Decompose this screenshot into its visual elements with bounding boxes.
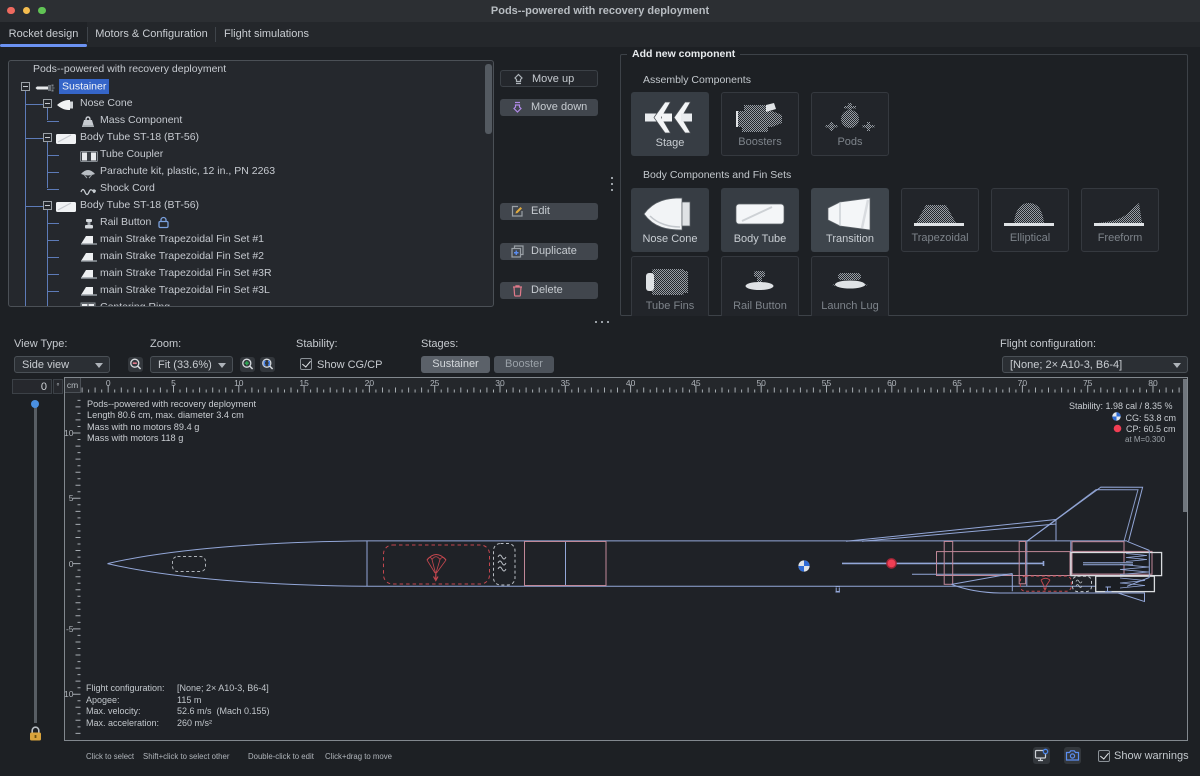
svg-text:15: 15 <box>299 378 309 388</box>
svg-text:25: 25 <box>430 378 440 388</box>
svg-text:40: 40 <box>626 378 636 388</box>
svg-text:35: 35 <box>561 378 571 388</box>
svg-text:55: 55 <box>822 378 832 388</box>
svg-text:70: 70 <box>1018 378 1028 388</box>
svg-text:20: 20 <box>365 378 375 388</box>
svg-text:5: 5 <box>69 493 74 503</box>
svg-text:30: 30 <box>495 378 505 388</box>
svg-text:45: 45 <box>691 378 701 388</box>
svg-text:60: 60 <box>887 378 897 388</box>
svg-text:65: 65 <box>952 378 962 388</box>
svg-text:-5: -5 <box>66 624 74 634</box>
svg-text:10: 10 <box>64 428 74 438</box>
svg-text:0: 0 <box>106 378 111 388</box>
svg-text:0: 0 <box>69 559 74 569</box>
svg-text:5: 5 <box>171 378 176 388</box>
svg-text:75: 75 <box>1083 378 1093 388</box>
svg-text:80: 80 <box>1148 378 1158 388</box>
svg-text:50: 50 <box>756 378 766 388</box>
svg-text:-10: -10 <box>64 689 74 699</box>
svg-text:10: 10 <box>234 378 244 388</box>
